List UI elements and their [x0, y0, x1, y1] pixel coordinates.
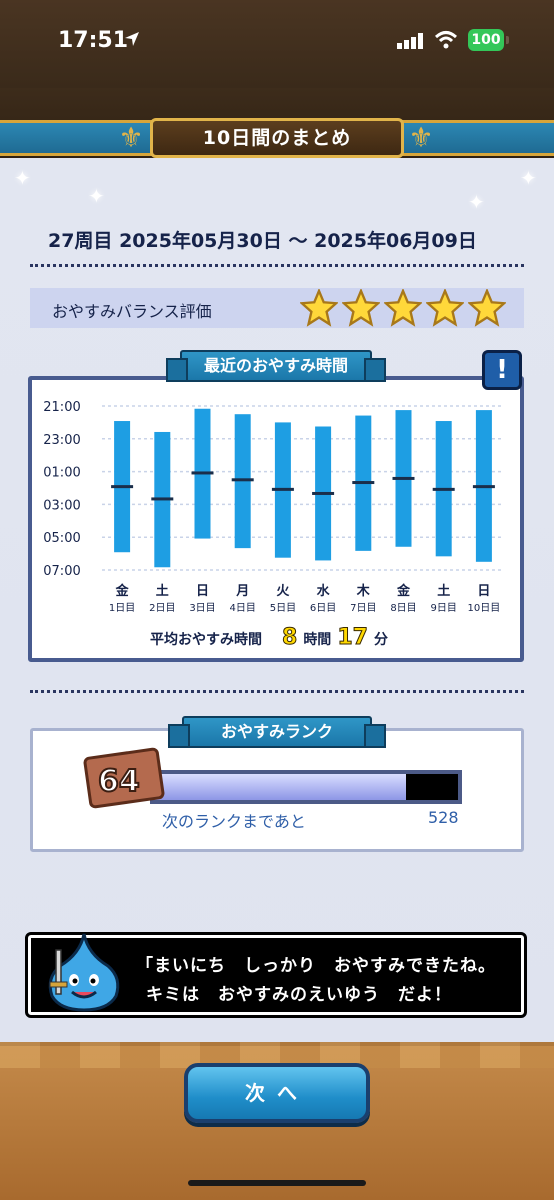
cellular-signal-icon	[397, 33, 423, 49]
x-day-label: 1日目	[109, 603, 135, 614]
sparkle-icon: ✦	[14, 166, 31, 190]
status-time: 17:51	[58, 28, 129, 53]
x-day-label: 8日目	[390, 603, 416, 614]
date-separator: 〜	[288, 230, 308, 252]
rank-title: おやすみランク	[168, 716, 386, 748]
x-day-label: 5日目	[270, 603, 296, 614]
fleur-ornament-icon: ⚜	[408, 121, 434, 154]
message-line-2: キミは おやすみのえいゆう だよ！	[146, 985, 452, 1005]
x-weekday-label: 金	[396, 583, 411, 599]
star-rating	[300, 288, 524, 328]
x-weekday-label: 土	[156, 583, 169, 599]
x-day-label: 2日目	[149, 603, 175, 614]
battery-icon: 100	[468, 29, 509, 51]
average-hours: 8	[281, 625, 298, 651]
x-day-label: 7日目	[350, 603, 376, 614]
sleep-mid-marker	[271, 487, 294, 491]
balance-row: おやすみバランス評価	[30, 288, 524, 328]
sleep-mid-marker	[191, 471, 214, 475]
slime-character-icon	[48, 933, 120, 1012]
sleep-mid-marker	[312, 491, 335, 495]
dotted-divider	[30, 264, 524, 267]
y-tick-label: 21:00	[43, 400, 80, 415]
x-day-label: 9日目	[431, 603, 457, 614]
info-alert-button[interactable]: !	[482, 350, 522, 390]
message-line-1: 「まいにち しっかり おやすみできたね。	[136, 956, 496, 976]
star-icon	[468, 289, 506, 327]
balance-label: おやすみバランス評価	[52, 302, 212, 321]
average-minutes: 17	[337, 625, 369, 651]
home-indicator	[188, 1180, 366, 1186]
wifi-icon	[434, 31, 458, 49]
sleep-chart-title: 最近のおやすみ時間	[166, 350, 386, 382]
hours-unit: 時間	[303, 632, 332, 648]
x-weekday-label: 日	[477, 584, 490, 599]
period-heading: 27周目 2025年05月30日 〜 2025年06月09日	[48, 226, 477, 253]
x-day-label: 3日目	[189, 603, 215, 614]
y-tick-label: 05:00	[43, 531, 80, 546]
rank-progress-fill	[154, 774, 407, 800]
sleep-mid-marker	[111, 485, 134, 489]
star-icon	[342, 289, 380, 327]
x-day-label: 10日目	[468, 603, 501, 614]
x-day-label: 6日目	[310, 603, 336, 614]
x-weekday-label: 月	[235, 584, 249, 599]
location-arrow-icon	[125, 32, 139, 46]
x-weekday-label: 土	[437, 583, 450, 599]
week-label: 27周目	[48, 230, 113, 252]
sleep-mid-marker	[151, 497, 174, 501]
start-date: 2025年05月30日	[119, 230, 282, 252]
average-sleep-row: 平均おやすみ時間 8 時間 17 分	[150, 625, 388, 651]
rank-progress-bar	[150, 770, 462, 804]
sleep-mid-marker	[352, 481, 375, 485]
x-weekday-label: 金	[115, 583, 130, 599]
x-weekday-label: 木	[356, 583, 371, 599]
average-label: 平均おやすみ時間	[150, 632, 262, 648]
dotted-divider	[30, 690, 524, 693]
sleep-mid-marker	[231, 478, 254, 482]
sparkle-icon: ✦	[88, 184, 105, 208]
next-button[interactable]: 次へ	[184, 1063, 370, 1123]
y-tick-label: 03:00	[43, 498, 80, 513]
end-date: 2025年06月09日	[314, 230, 477, 252]
minutes-unit: 分	[373, 632, 388, 648]
sleep-mid-marker	[432, 487, 455, 491]
x-day-label: 4日目	[230, 603, 256, 614]
x-weekday-label: 水	[317, 583, 331, 599]
sleep-mid-marker	[472, 485, 495, 489]
y-tick-label: 07:00	[43, 564, 80, 579]
sparkle-icon: ✦	[520, 166, 537, 190]
x-weekday-label: 日	[196, 584, 209, 599]
x-weekday-label: 火	[276, 584, 290, 599]
status-bar: 17:51 100	[0, 0, 554, 88]
sleep-mid-marker	[392, 476, 415, 480]
fleur-ornament-icon: ⚜	[118, 121, 144, 154]
star-icon	[300, 289, 338, 327]
sparkle-icon: ✦	[468, 190, 485, 214]
sleep-chart: 21:00 23:00 01:00 03:00 05:00 07:00 金 1日目 土 2日目 日 3…	[43, 400, 504, 614]
y-tick-label: 01:00	[43, 466, 80, 481]
y-tick-label: 23:00	[43, 433, 80, 448]
star-icon	[426, 289, 464, 327]
next-rank-label: 次のランクまであと	[162, 812, 306, 831]
page-title: 10日間のまとめ	[150, 118, 404, 158]
next-rank-value: 528	[428, 808, 459, 827]
star-icon	[384, 289, 422, 327]
rank-level: 64	[97, 763, 141, 800]
